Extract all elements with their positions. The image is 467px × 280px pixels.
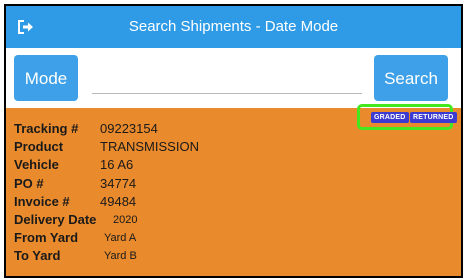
invoice-label: Invoice # <box>14 194 70 209</box>
search-bar: Mode Search <box>6 48 461 108</box>
logout-arrow-icon[interactable] <box>16 18 34 36</box>
vehicle-label: Vehicle <box>14 157 59 172</box>
page-title: Search Shipments - Date Mode <box>128 18 339 35</box>
search-button[interactable]: Search <box>374 55 448 101</box>
search-input[interactable] <box>92 58 362 94</box>
to-yard-value: Yard B <box>104 250 137 262</box>
product-label: Product <box>14 139 64 154</box>
tracking-value: 09223154 <box>100 121 158 136</box>
delivery-date-value: 2020 <box>113 214 138 226</box>
product-value: TRANSMISSION <box>100 139 199 154</box>
app-bar: Search Shipments - Date Mode <box>6 6 461 48</box>
po-value: 34774 <box>100 176 137 191</box>
tracking-label: Tracking # <box>14 121 79 136</box>
vehicle-value: 16 A6 <box>100 157 134 172</box>
invoice-value: 49484 <box>100 194 137 209</box>
from-yard-label: From Yard <box>14 230 79 245</box>
mode-button[interactable]: Mode <box>14 55 78 101</box>
delivery-date-label: Delivery Date <box>14 212 97 227</box>
app-screen: Search Shipments - Date Mode Mode Search… <box>4 4 463 278</box>
po-label: PO # <box>14 176 44 191</box>
from-yard-value: Yard A <box>104 232 137 244</box>
to-yard-label: To Yard <box>14 248 61 263</box>
graded-badge: GRADED <box>371 112 409 123</box>
status-badges-highlight: GRADED RETURNED <box>357 104 457 130</box>
returned-badge: RETURNED <box>410 112 457 123</box>
shipment-card[interactable]: GRADED RETURNED Tracking # 09223154 Prod… <box>6 104 461 276</box>
